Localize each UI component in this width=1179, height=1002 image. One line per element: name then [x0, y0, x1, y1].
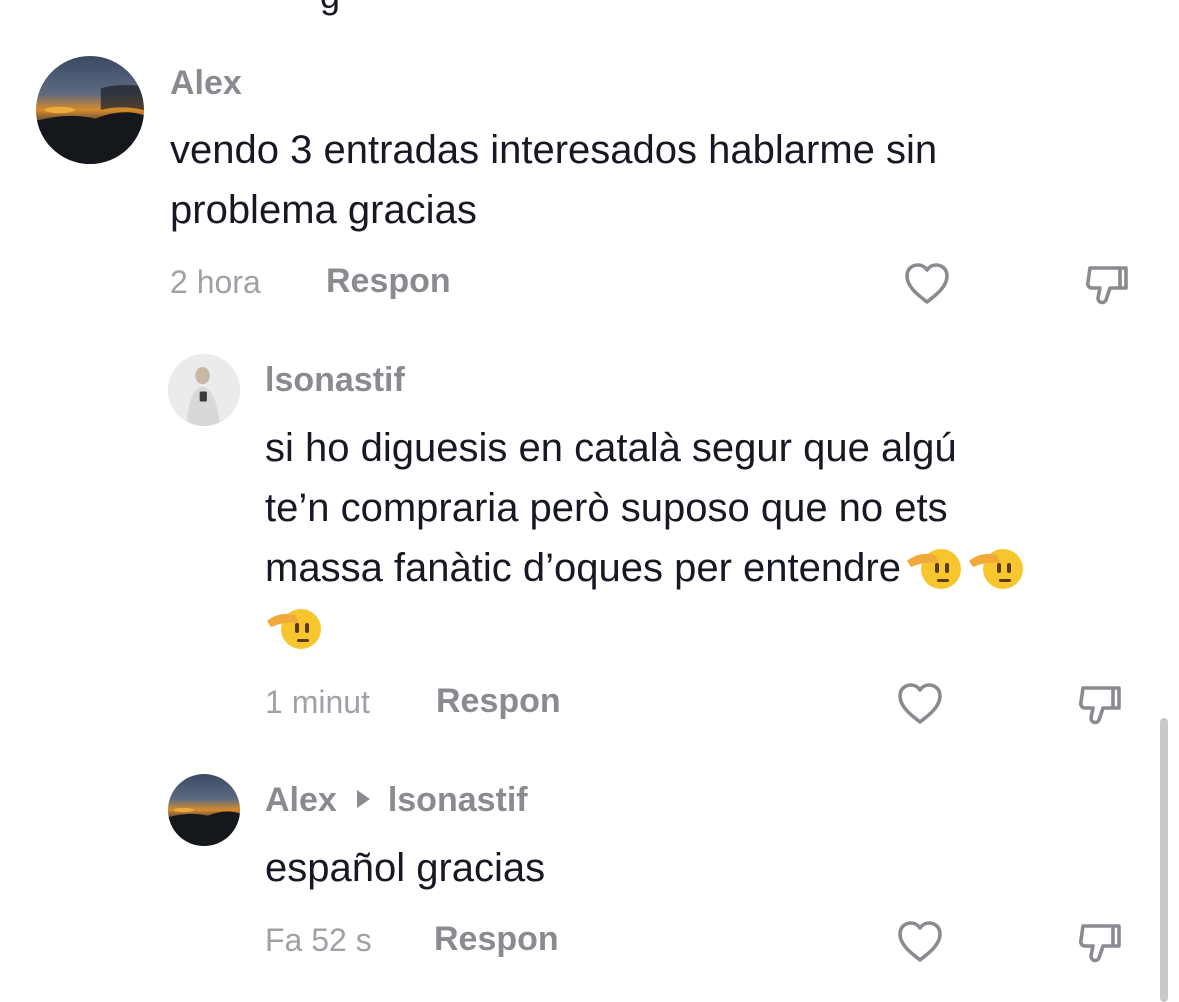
comment-text: vendo 3 entradas interesados hablarme si…: [170, 128, 938, 232]
avatar-alex[interactable]: [36, 56, 144, 164]
comment-username[interactable]: lsonastif: [265, 363, 405, 397]
reply-to-arrow-icon: [356, 790, 370, 808]
comment-text: si ho diguesis en català segur que algú …: [265, 418, 1145, 658]
comment-username-row: Alex lsonastif: [265, 783, 528, 817]
clipped-previous-text: g: [320, 0, 340, 14]
thumbs-down-outline-icon[interactable]: [1082, 258, 1134, 310]
heart-outline-icon[interactable]: [894, 916, 946, 968]
reply-button[interactable]: Respon: [326, 264, 451, 298]
comment-timestamp: 1 minut: [265, 684, 370, 720]
reply-button[interactable]: Respon: [436, 684, 561, 718]
saluting-face-emoji: [265, 601, 323, 653]
avatar-lsonastif[interactable]: [168, 354, 240, 426]
thumbs-down-outline-icon[interactable]: [1075, 916, 1127, 968]
thumbs-down-outline-icon[interactable]: [1075, 678, 1127, 730]
comment-text: español gracias: [265, 846, 546, 890]
avatar-alex[interactable]: [168, 774, 240, 846]
comment-username[interactable]: Alex: [265, 781, 337, 819]
comment-timestamp: 2 hora: [170, 264, 261, 300]
heart-outline-icon[interactable]: [901, 258, 953, 310]
reply-button[interactable]: Respon: [434, 922, 559, 956]
reply-to-username[interactable]: lsonastif: [388, 781, 528, 819]
heart-outline-icon[interactable]: [894, 678, 946, 730]
saluting-face-emoji: [967, 541, 1025, 593]
scrollbar[interactable]: [1160, 718, 1168, 1002]
saluting-face-emoji: [905, 541, 963, 593]
comment-timestamp: Fa 52 s: [265, 922, 372, 958]
comment-text-body: si ho diguesis en català segur que algú …: [265, 426, 957, 590]
comment-username[interactable]: Alex: [170, 66, 242, 100]
